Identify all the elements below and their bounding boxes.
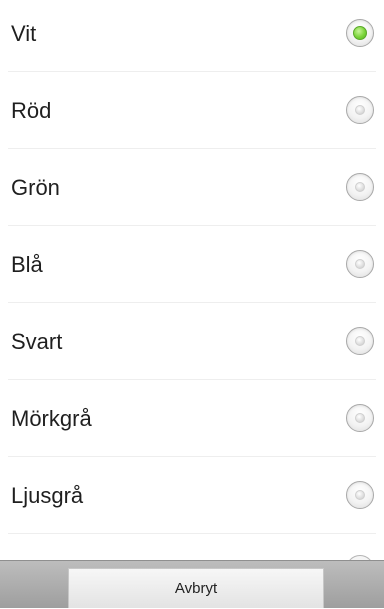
- option-row-ljusgra[interactable]: Ljusgrå: [0, 462, 384, 539]
- option-row-rod[interactable]: Röd: [0, 77, 384, 154]
- dialog-button-bar: Avbryt: [0, 560, 384, 608]
- option-label: Ljusgrå: [11, 483, 84, 508]
- option-row-vit[interactable]: Vit: [0, 0, 384, 77]
- option-row-gron[interactable]: Grön: [0, 154, 384, 231]
- radio-button-checked-icon[interactable]: [346, 19, 374, 47]
- option-label: Mörkgrå: [11, 406, 92, 431]
- color-option-list: Vit Röd Grön Blå Svart Mörkgrå Ljusgrå: [0, 0, 384, 560]
- option-label: Grön: [11, 175, 60, 200]
- option-row-bla[interactable]: Blå: [0, 231, 384, 308]
- radio-button-icon[interactable]: [346, 404, 374, 432]
- option-label: Blå: [11, 252, 43, 277]
- divider: [8, 225, 376, 226]
- divider: [8, 379, 376, 380]
- divider: [8, 148, 376, 149]
- option-label: Svart: [11, 329, 63, 354]
- divider: [8, 71, 376, 72]
- divider: [8, 456, 376, 457]
- radio-button-icon[interactable]: [346, 173, 374, 201]
- option-row-svart[interactable]: Svart: [0, 308, 384, 385]
- divider: [8, 302, 376, 303]
- option-row-morkgra[interactable]: Mörkgrå: [0, 385, 384, 462]
- radio-button-icon[interactable]: [346, 327, 374, 355]
- radio-button-icon[interactable]: [346, 96, 374, 124]
- option-label: Vit: [11, 21, 37, 46]
- option-label: Röd: [11, 98, 52, 123]
- divider: [8, 533, 376, 534]
- radio-button-icon[interactable]: [346, 481, 374, 509]
- cancel-button[interactable]: Avbryt: [68, 568, 324, 608]
- radio-button-icon[interactable]: [346, 250, 374, 278]
